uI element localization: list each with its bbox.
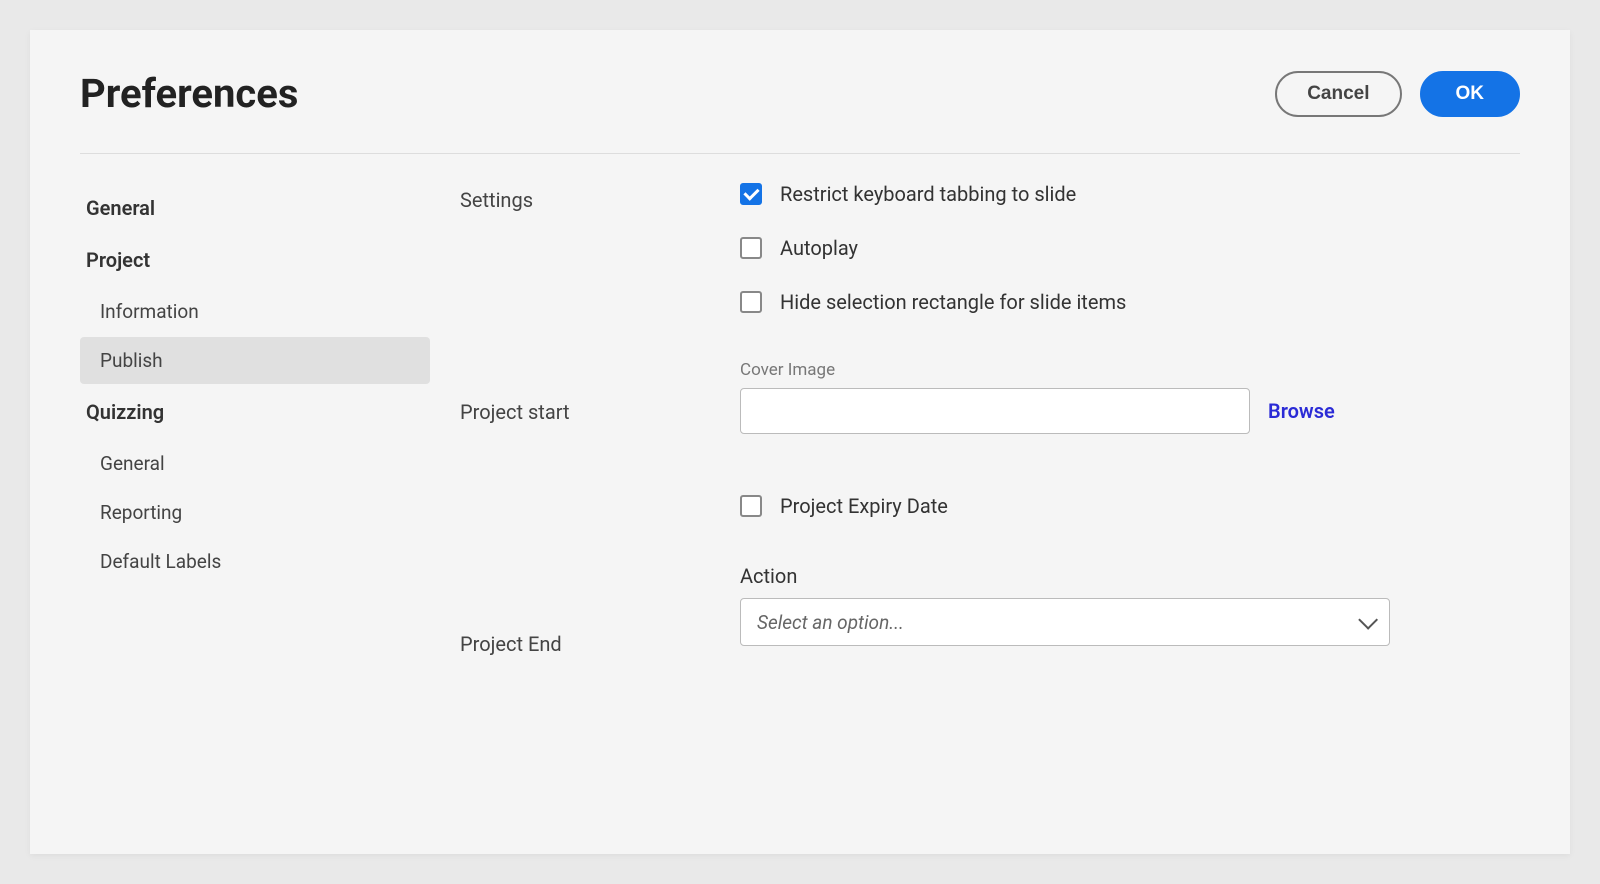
restrict-tabbing-label: Restrict keyboard tabbing to slide <box>780 182 1076 206</box>
action-select-placeholder: Select an option... <box>757 611 904 634</box>
section-label-project-start: Project start <box>460 400 740 424</box>
hide-selection-row: Hide selection rectangle for slide items <box>740 290 1520 314</box>
cover-image-input-row: Browse <box>740 388 1520 434</box>
action-block: Action Select an option... <box>740 564 1520 646</box>
dialog-header: Preferences Cancel OK <box>80 70 1520 154</box>
sidebar-section-project[interactable]: Project <box>80 234 430 286</box>
autoplay-row: Autoplay <box>740 236 1520 260</box>
sidebar-item-publish[interactable]: Publish <box>80 337 430 384</box>
hide-selection-label: Hide selection rectangle for slide items <box>780 290 1126 314</box>
sidebar-section-quizzing[interactable]: Quizzing <box>80 386 430 438</box>
section-label-project-end: Project End <box>460 632 740 656</box>
sidebar-item-default-labels[interactable]: Default Labels <box>80 538 430 585</box>
action-label: Action <box>740 564 1520 588</box>
browse-link[interactable]: Browse <box>1268 399 1335 423</box>
cover-image-block: Cover Image Browse <box>740 360 1520 434</box>
project-expiry-row: Project Expiry Date <box>740 494 1520 518</box>
sidebar-section-general[interactable]: General <box>80 182 430 234</box>
sidebar-item-quiz-general[interactable]: General <box>80 440 430 487</box>
cancel-button[interactable]: Cancel <box>1275 71 1401 117</box>
section-label-settings: Settings <box>460 182 740 212</box>
restrict-tabbing-checkbox[interactable] <box>740 183 762 205</box>
section-labels-column: Settings Project start Project End <box>460 182 740 656</box>
action-select[interactable]: Select an option... <box>740 598 1390 646</box>
ok-button[interactable]: OK <box>1420 71 1521 117</box>
sidebar: General Project Information Publish Quiz… <box>80 182 430 656</box>
sidebar-item-information[interactable]: Information <box>80 288 430 335</box>
autoplay-checkbox[interactable] <box>740 237 762 259</box>
preferences-dialog: Preferences Cancel OK General Project In… <box>30 30 1570 854</box>
sidebar-item-reporting[interactable]: Reporting <box>80 489 430 536</box>
cover-image-input[interactable] <box>740 388 1250 434</box>
autoplay-label: Autoplay <box>780 236 858 260</box>
dialog-title: Preferences <box>80 70 298 117</box>
restrict-tabbing-row: Restrict keyboard tabbing to slide <box>740 182 1520 206</box>
cover-image-label: Cover Image <box>740 360 1520 380</box>
dialog-body: General Project Information Publish Quiz… <box>80 154 1520 656</box>
header-buttons: Cancel OK <box>1275 71 1520 117</box>
project-expiry-checkbox[interactable] <box>740 495 762 517</box>
fields-column: Restrict keyboard tabbing to slide Autop… <box>740 182 1520 656</box>
project-expiry-label: Project Expiry Date <box>780 494 948 518</box>
content-area: Settings Project start Project End Restr… <box>430 182 1520 656</box>
hide-selection-checkbox[interactable] <box>740 291 762 313</box>
chevron-down-icon <box>1358 610 1378 630</box>
